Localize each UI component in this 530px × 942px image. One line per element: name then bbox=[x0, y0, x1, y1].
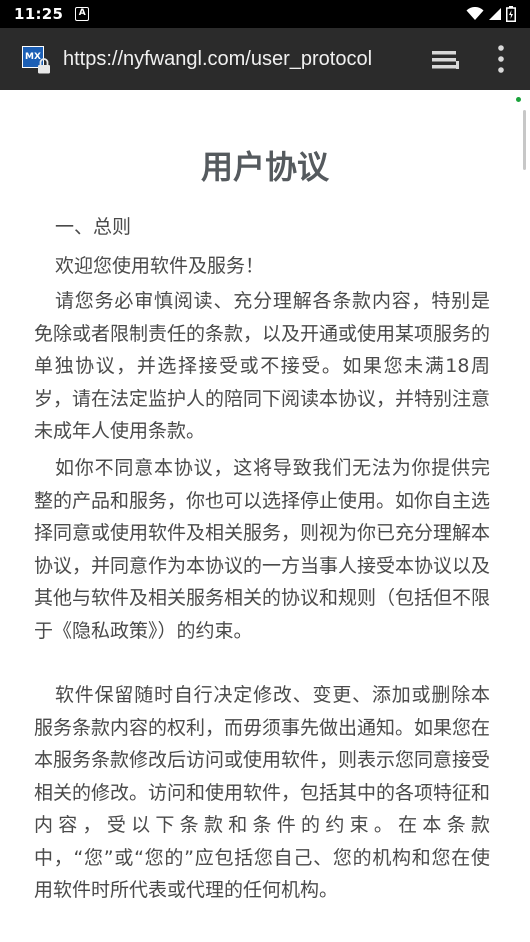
web-content[interactable]: 用户协议 一、总则 欢迎您使用软件及服务！ 请您务必审慎阅读、充分理解各条款内容… bbox=[0, 90, 530, 942]
status-time: 11:25 bbox=[14, 5, 64, 23]
site-security-icon[interactable]: MX bbox=[22, 43, 52, 75]
more-menu-icon[interactable] bbox=[496, 44, 506, 74]
url-bar[interactable]: https://nyfwangl.com/user_protocol bbox=[63, 48, 372, 71]
paragraph: 软件保留随时自行决定修改、变更、添加或删除本服务条款内容的权利，而毋须事先做出通… bbox=[34, 684, 491, 901]
lock-icon bbox=[38, 58, 50, 74]
page-title: 用户协议 bbox=[200, 148, 329, 186]
browser-toolbar: MX https://nyfwangl.com/user_protocol bbox=[0, 28, 530, 90]
a-box-icon: A bbox=[75, 7, 90, 21]
status-bar: 11:25 A bbox=[0, 0, 530, 28]
welcome-text: 欢迎您使用软件及服务！ bbox=[55, 255, 265, 277]
signal-icon bbox=[489, 8, 501, 20]
paragraph: 请您务必审慎阅读、充分理解各条款内容，特别是免除或者限制责任的条款，以及开通或使… bbox=[34, 290, 491, 442]
paragraph: 如你不同意本协议，这将导致我们无法为你提供完整的产品和服务，你也可以选择停止使用… bbox=[34, 457, 491, 642]
wifi-icon bbox=[466, 7, 484, 20]
tabs-icon[interactable] bbox=[430, 48, 460, 72]
section-heading: 一、总则 bbox=[55, 216, 132, 238]
status-icons bbox=[466, 6, 516, 22]
load-indicator-dot bbox=[516, 97, 521, 102]
battery-icon bbox=[506, 6, 516, 22]
